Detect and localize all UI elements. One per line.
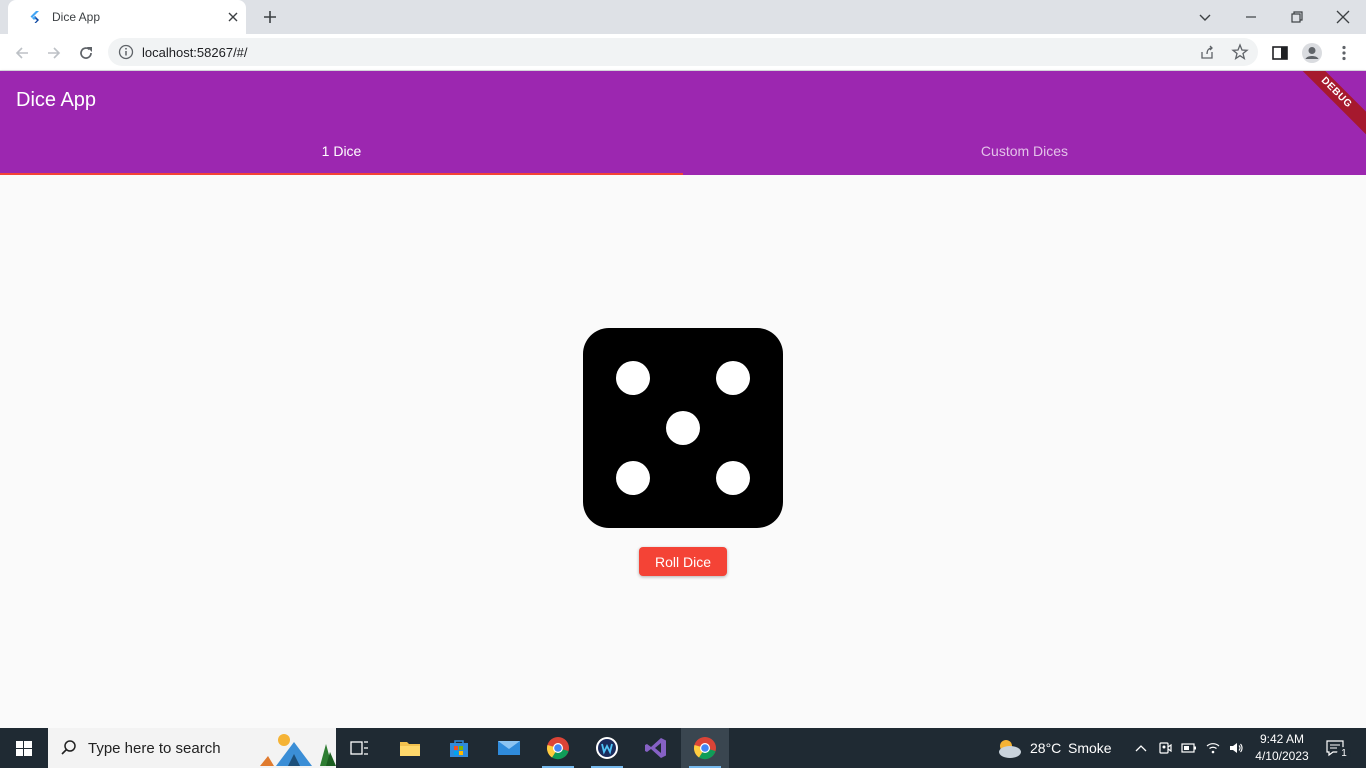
app-w-icon [596, 737, 618, 759]
site-info-icon[interactable] [118, 44, 134, 60]
dice-face-five-icon [583, 328, 783, 528]
taskbar-app-w[interactable] [583, 728, 631, 768]
mail-icon [498, 741, 520, 755]
roll-dice-button[interactable]: Roll Dice [639, 547, 727, 576]
new-tab-plus-icon[interactable] [260, 7, 280, 27]
system-clock[interactable]: 9:42 AM 4/10/2023 [1252, 731, 1312, 765]
close-tab-icon[interactable] [226, 10, 240, 24]
tab-search-chevron-icon[interactable] [1195, 7, 1215, 27]
forward-arrow-icon[interactable] [44, 43, 64, 63]
chrome-icon [693, 737, 716, 760]
weather-temperature[interactable]: 28°C [1030, 740, 1061, 756]
file-explorer-icon [400, 742, 420, 756]
share-icon[interactable] [1199, 44, 1215, 60]
clock-time: 9:42 AM [1259, 732, 1305, 746]
taskbar-file-explorer[interactable] [386, 728, 434, 768]
profile-avatar-icon[interactable] [1301, 42, 1323, 64]
url-text[interactable]: localhost:58267/#/ [142, 45, 248, 60]
search-icon [61, 740, 76, 755]
app-bar: Dice App 1 Dice Custom Dices DEBUG [0, 71, 1366, 175]
taskbar-chrome[interactable] [534, 728, 582, 768]
taskbar-search-box[interactable]: Type here to search [48, 728, 336, 768]
wifi-icon[interactable] [1205, 740, 1221, 756]
browser-tab-strip: Dice App [0, 0, 1366, 34]
back-arrow-icon[interactable] [12, 43, 32, 63]
search-placeholder: Type here to search [88, 740, 221, 757]
taskbar-store[interactable] [435, 728, 483, 768]
reload-icon[interactable] [76, 43, 96, 63]
restore-icon[interactable] [1287, 7, 1307, 27]
show-hidden-icons-chevron-icon[interactable] [1133, 740, 1149, 756]
browser-tab-title: Dice App [52, 10, 101, 24]
tab-1-dice[interactable]: 1 Dice [0, 127, 683, 175]
volume-icon[interactable] [1228, 740, 1244, 756]
flutter-favicon-icon [30, 11, 39, 23]
kebab-menu-icon[interactable] [1334, 43, 1354, 63]
search-highlight-camping-icon [260, 734, 336, 766]
bookmark-star-icon[interactable] [1231, 43, 1249, 61]
tab-bar: 1 Dice Custom Dices [0, 127, 1366, 175]
store-icon [450, 740, 468, 757]
weather-description[interactable]: Smoke [1068, 740, 1112, 756]
taskbar-task-view[interactable] [336, 728, 384, 768]
taskbar-mail[interactable] [485, 728, 533, 768]
windows-start-icon[interactable] [0, 728, 48, 768]
side-panel-icon[interactable] [1270, 43, 1290, 63]
windows-taskbar: Type here to search 28°C Smoke 9:42 AM 4… [0, 728, 1366, 768]
task-view-icon [350, 741, 368, 755]
browser-tab[interactable]: Dice App [8, 0, 246, 34]
weather-cloud-icon[interactable] [996, 737, 1022, 759]
visual-studio-icon [645, 738, 666, 758]
notification-count-badge: 1 [1337, 747, 1351, 761]
meet-now-icon[interactable] [1157, 740, 1173, 756]
app-title: Dice App [16, 89, 97, 111]
main-content: Roll Dice [0, 175, 1366, 728]
minimize-icon[interactable] [1241, 7, 1261, 27]
tab-custom-dices[interactable]: Custom Dices [683, 127, 1366, 175]
close-window-icon[interactable] [1333, 7, 1353, 27]
taskbar-visual-studio[interactable] [632, 728, 680, 768]
battery-icon[interactable] [1181, 740, 1197, 756]
taskbar-chrome-active[interactable] [681, 728, 729, 768]
clock-date: 4/10/2023 [1255, 749, 1309, 763]
browser-toolbar: localhost:58267/#/ [0, 34, 1366, 71]
address-bar[interactable]: localhost:58267/#/ [108, 38, 1258, 66]
chrome-icon [546, 737, 569, 760]
